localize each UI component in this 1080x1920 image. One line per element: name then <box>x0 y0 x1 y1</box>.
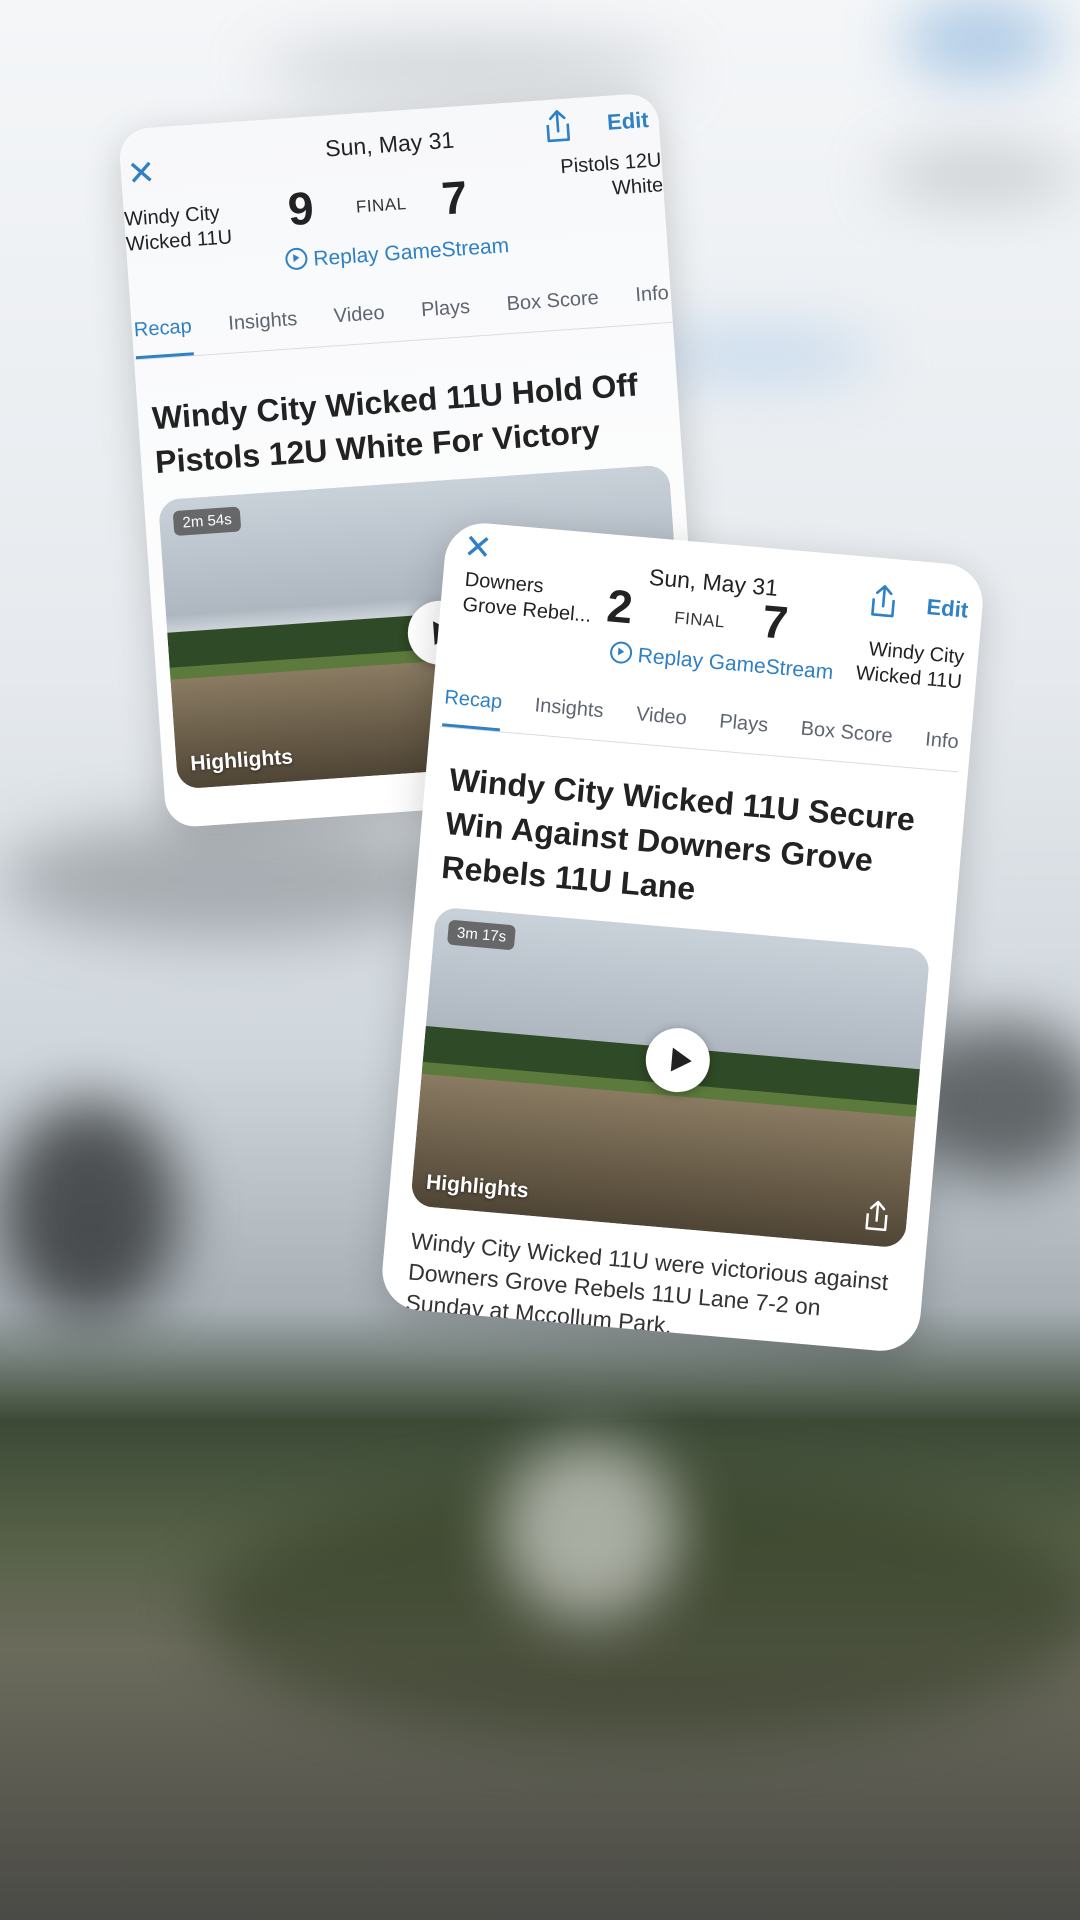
tab-bar: Recap Insights Video Plays Box Score Inf… <box>439 686 962 773</box>
home-team-name: Windy City Wicked 11U <box>123 202 233 256</box>
tab-video[interactable]: Video <box>333 302 386 345</box>
tab-recap[interactable]: Recap <box>133 315 194 360</box>
tab-plays[interactable]: Plays <box>420 296 472 339</box>
tab-info[interactable]: Info <box>635 282 671 324</box>
tab-insights[interactable]: Insights <box>228 308 300 353</box>
edit-button[interactable]: Edit <box>606 107 649 136</box>
home-score: 9 <box>286 181 316 236</box>
replay-icon <box>284 247 309 271</box>
game-recap-card-front: ✕ Sun, May 31 Edit Downers Grove Rebel..… <box>379 520 986 1355</box>
edit-button[interactable]: Edit <box>926 594 970 624</box>
home-team-name: Downers Grove Rebel... <box>461 568 593 627</box>
recap-headline: Windy City Wicked 11U Secure Win Against… <box>440 761 917 907</box>
home-score: 2 <box>604 579 635 634</box>
tab-box-score[interactable]: Box Score <box>798 718 894 766</box>
tab-bar: Recap Insights Video Plays Box Score Inf… <box>131 281 673 361</box>
game-status: FINAL <box>673 608 726 632</box>
tab-video[interactable]: Video <box>634 703 688 747</box>
recap-headline: Windy City Wicked 11U Hold Off Pistols 1… <box>150 366 639 481</box>
tab-plays[interactable]: Plays <box>717 710 769 754</box>
tab-insights[interactable]: Insights <box>532 694 605 740</box>
video-duration-badge: 2m 54s <box>172 506 242 537</box>
away-score: 7 <box>760 594 791 649</box>
highlights-video[interactable]: 3m 17s Highlights <box>410 906 931 1249</box>
video-share-icon[interactable] <box>862 1199 893 1233</box>
tab-info[interactable]: Info <box>923 728 959 771</box>
game-status: FINAL <box>355 194 408 217</box>
away-score: 7 <box>439 170 469 225</box>
share-icon[interactable] <box>542 108 574 144</box>
tab-box-score[interactable]: Box Score <box>506 287 601 333</box>
tab-recap[interactable]: Recap <box>442 686 504 732</box>
away-team-name: Pistols 12U White <box>559 149 664 200</box>
share-icon[interactable] <box>867 583 900 619</box>
replay-icon <box>609 640 633 665</box>
